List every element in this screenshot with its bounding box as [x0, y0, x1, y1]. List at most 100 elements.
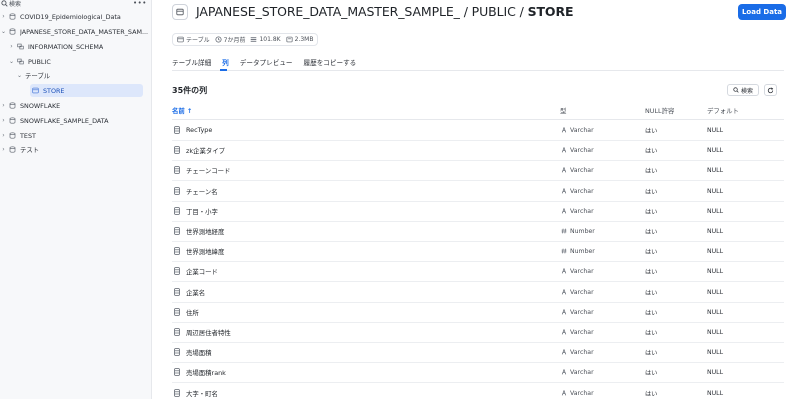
- column-default: NULL: [707, 268, 724, 276]
- column-name: チェーン名: [186, 187, 218, 196]
- column-nullable: はい: [645, 350, 658, 358]
- sidebar-item[interactable]: › TEST: [0, 129, 150, 142]
- sidebar-search-placeholder[interactable]: 検索: [9, 0, 21, 8]
- column-name: チェーンコード: [186, 167, 231, 176]
- table-row[interactable]: 売場面積rank Varchar はい NULL: [172, 363, 784, 384]
- column-default: NULL: [707, 167, 724, 175]
- chevron-right-icon[interactable]: ›: [8, 43, 15, 50]
- column-icon: [174, 247, 180, 257]
- sidebar-item[interactable]: › SNOWFLAKE_SAMPLE_DATA: [0, 114, 150, 127]
- column-default: NULL: [707, 207, 724, 215]
- sidebar-item-label: JAPANESE_STORE_DATA_MASTER_SAM...: [20, 27, 149, 36]
- column-default: NULL: [707, 389, 724, 397]
- more-options-icon[interactable]: •••: [133, 0, 147, 7]
- breadcrumb-path[interactable]: JAPANESE_STORE_DATA_MASTER_SAMPLE_ / PUB…: [196, 4, 528, 19]
- sidebar-item[interactable]: › SNOWFLAKE: [0, 99, 150, 112]
- column-name: 企業コード: [186, 268, 218, 277]
- text-type-icon: [561, 308, 567, 317]
- column-type: Varchar: [570, 147, 594, 155]
- meta-rows-label: 101.8K: [259, 36, 281, 43]
- column-icon: [174, 146, 180, 156]
- column-nullable: はい: [645, 208, 658, 216]
- column-type: Varchar: [570, 389, 594, 397]
- chevron-right-icon[interactable]: ›: [0, 146, 7, 153]
- meta-type-label: テーブル: [186, 37, 210, 44]
- text-type-icon: [561, 389, 567, 398]
- database-icon: [7, 102, 18, 109]
- sidebar-item[interactable]: › INFORMATION_SCHEMA: [8, 40, 150, 53]
- column-name: 売場面積rank: [186, 369, 226, 378]
- column-name: RecType: [186, 126, 213, 134]
- chevron-right-icon[interactable]: ›: [0, 117, 7, 124]
- column-nullable: はい: [645, 330, 658, 337]
- table-row[interactable]: RecType Varchar はい NULL: [172, 121, 784, 141]
- column-type: Varchar: [570, 187, 594, 195]
- column-name: 世界測地経度: [186, 228, 225, 236]
- refresh-button[interactable]: [764, 84, 777, 96]
- database-icon: [7, 28, 18, 35]
- column-type: Varchar: [570, 288, 594, 296]
- column-icon: [174, 206, 180, 217]
- sidebar-item[interactable]: ⌄ PUBLIC: [8, 55, 150, 68]
- sidebar-item-label: SNOWFLAKE_SAMPLE_DATA: [20, 116, 109, 125]
- column-icon: [174, 126, 180, 136]
- column-name: 住所: [186, 308, 199, 317]
- chevron-right-icon[interactable]: ›: [0, 102, 7, 109]
- sidebar-item-label: INFORMATION_SCHEMA: [28, 42, 104, 51]
- table-row[interactable]: 周辺居住者特性 Varchar はい NULL: [172, 323, 784, 343]
- chevron-down-icon[interactable]: ⌄: [16, 72, 23, 79]
- table-row[interactable]: zk企業タイプ Varchar はい NULL: [172, 141, 784, 162]
- chevron-right-icon[interactable]: ›: [0, 13, 7, 20]
- detail-tabs: テーブル詳細 列 データプレビュー 履歴をコピーする: [172, 57, 367, 69]
- column-header-type[interactable]: 型: [560, 106, 566, 115]
- chevron-right-icon[interactable]: ›: [0, 132, 7, 139]
- meta-size: 2.3MB: [286, 36, 314, 43]
- sidebar-item[interactable]: ⌄ テーブル: [16, 69, 150, 82]
- load-data-button[interactable]: Load Data: [738, 4, 786, 20]
- sidebar-item[interactable]: STORE: [30, 84, 143, 97]
- column-name: 丁目・小字: [186, 207, 218, 216]
- table-row[interactable]: 住所 Varchar はい NULL: [172, 303, 784, 323]
- column-header-default[interactable]: デフォルト: [707, 106, 739, 115]
- column-type: Varchar: [570, 167, 594, 175]
- active-tab-indicator: [220, 69, 227, 71]
- sort-ascending-icon: ↑: [187, 107, 193, 115]
- table-row[interactable]: 世界測地経度 Number はい NULL: [172, 222, 784, 242]
- rows-icon: [251, 37, 257, 42]
- table-row[interactable]: チェーン名 Varchar はい NULL: [172, 182, 784, 202]
- chevron-down-icon[interactable]: ⌄: [8, 58, 15, 65]
- column-search-button[interactable]: 検索: [727, 84, 759, 96]
- database-icon: [7, 117, 18, 124]
- tab-columns[interactable]: 列: [222, 57, 229, 69]
- tab-copy-history[interactable]: 履歴をコピーする: [304, 57, 357, 69]
- sidebar-item[interactable]: ⌄ JAPANESE_STORE_DATA_MASTER_SAM...: [0, 25, 150, 38]
- sidebar-search[interactable]: 検索 •••: [0, 0, 152, 8]
- table-row[interactable]: 売場面積 Varchar はい NULL: [172, 343, 784, 364]
- text-type-icon: [561, 126, 567, 135]
- main-panel: JAPANESE_STORE_DATA_MASTER_SAMPLE_ / PUB…: [152, 0, 800, 399]
- table-row[interactable]: 世界測地緯度 Number はい NULL: [172, 242, 784, 263]
- column-type: Varchar: [570, 268, 594, 276]
- chevron-down-icon[interactable]: ⌄: [0, 28, 7, 35]
- meta-size-label: 2.3MB: [294, 36, 314, 43]
- column-nullable: はい: [645, 289, 658, 297]
- sidebar-item-label: SNOWFLAKE: [20, 101, 61, 110]
- sidebar-item[interactable]: › COVID19_Epidemiological_Data: [0, 10, 150, 23]
- column-default: NULL: [707, 369, 724, 377]
- sidebar-item[interactable]: › テスト: [0, 143, 150, 156]
- table-meta-badges: テーブル 7か月前 101.8K 2.3MB: [172, 33, 319, 46]
- sidebar-item-label: COVID19_Epidemiological_Data: [20, 12, 121, 21]
- column-header-nullable[interactable]: NULL許容: [645, 106, 674, 115]
- column-type: Number: [570, 228, 595, 235]
- table-row[interactable]: チェーンコード Varchar はい NULL: [172, 161, 784, 182]
- table-row[interactable]: 企業名 Varchar はい NULL: [172, 283, 784, 303]
- table-row[interactable]: 企業コード Varchar はい NULL: [172, 262, 784, 283]
- table-row[interactable]: 大字・町名 Varchar はい NULL: [172, 384, 784, 399]
- table-row[interactable]: 丁目・小字 Varchar はい NULL: [172, 202, 784, 222]
- column-icon: [174, 307, 180, 318]
- tab-data-preview[interactable]: データプレビュー: [240, 57, 293, 69]
- text-type-icon: [561, 288, 567, 297]
- column-header-name[interactable]: 名前 ↑: [172, 106, 192, 115]
- tab-table-details[interactable]: テーブル詳細: [172, 57, 211, 69]
- column-default: NULL: [707, 228, 724, 235]
